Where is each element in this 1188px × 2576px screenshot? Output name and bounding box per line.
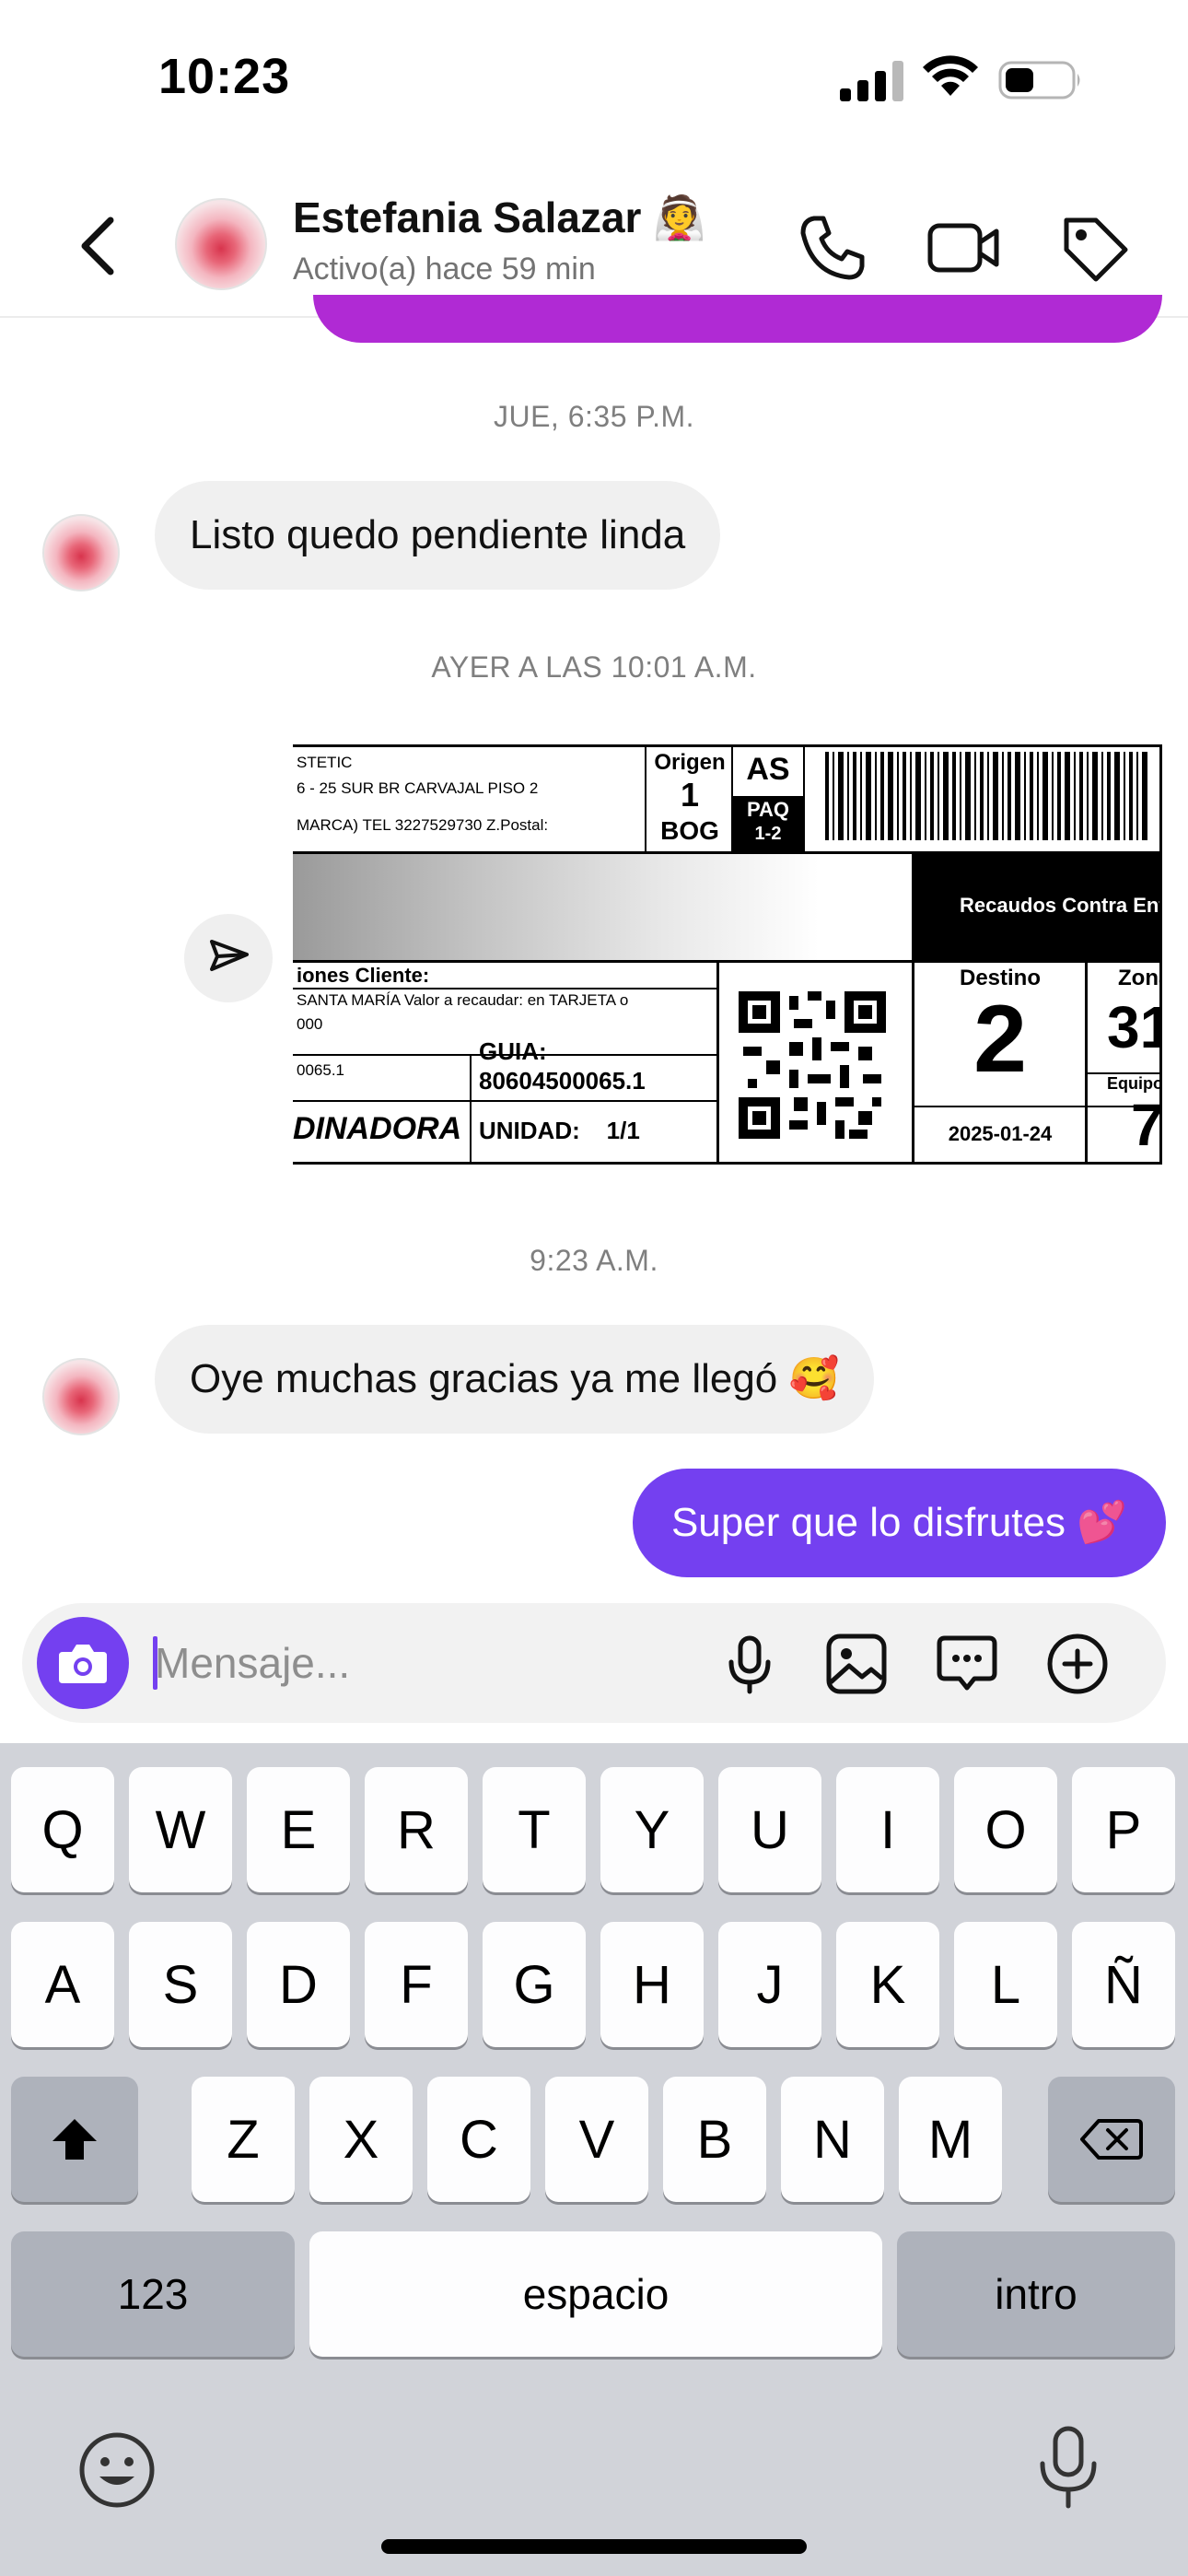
cliente-text: 000 [297,1015,323,1033]
recaudos-label: Recaudos Contra Ent [960,894,1162,917]
wifi-icon [923,55,978,96]
guia-label: GUIA: [479,1037,547,1065]
camera-button[interactable] [37,1617,129,1709]
key-l[interactable]: L [954,1922,1057,2047]
key-r[interactable]: R [365,1767,468,1892]
key-p[interactable]: P [1072,1767,1175,1892]
back-icon[interactable] [72,209,127,283]
message-composer [22,1603,1166,1723]
home-indicator[interactable] [381,2539,807,2554]
redacted-area [293,854,912,960]
incoming-message[interactable]: Oye muchas gracias ya me llegó 🥰 [155,1325,875,1434]
guia-number: 80604500065.1 [479,1067,646,1095]
numbers-key[interactable]: 123 [11,2231,295,2357]
status-time: 10:23 [158,49,291,104]
contact-status: Activo(a) hace 59 min [293,252,596,287]
qr-code-image [739,991,886,1139]
key-q[interactable]: Q [11,1767,114,1892]
key-y[interactable]: Y [600,1767,704,1892]
key-i[interactable]: I [836,1767,939,1892]
signal-icon [840,61,903,101]
avatar[interactable] [42,514,120,591]
keyboard: Q W E R T Y U I O P A S D F G H J K L Ñ … [0,1743,1188,2576]
key-j[interactable]: J [718,1922,821,2047]
origen-label: Origen [654,750,726,775]
origen-city: BOG [660,816,719,845]
key-s[interactable]: S [129,1922,232,2047]
share-button[interactable] [184,914,273,1002]
key-u[interactable]: U [718,1767,821,1892]
shipping-label-image[interactable]: STETIC 6 - 25 SUR BR CARVAJAL PISO 2 MAR… [293,744,1162,1165]
shift-icon [52,2119,97,2160]
key-v[interactable]: V [545,2077,648,2202]
contact-emoji: 👰 [653,193,706,241]
paq-number: 1-2 [754,824,782,844]
key-o[interactable]: O [954,1767,1057,1892]
destino-number: 2 [973,986,1027,1093]
status-bar: 10:23 [0,0,1188,161]
sticker-icon[interactable] [932,1629,1002,1699]
delete-key[interactable] [1048,2077,1175,2202]
timestamp: AYER A LAS 10:01 A.M. [431,650,757,684]
timestamp: 9:23 A.M. [530,1244,658,1277]
key-h[interactable]: H [600,1922,704,2047]
key-z[interactable]: Z [192,2077,295,2202]
shift-key[interactable] [11,2077,138,2202]
mic-icon[interactable] [715,1629,785,1699]
key-m[interactable]: M [899,2077,1002,2202]
equipo-number: 7 [1131,1092,1162,1158]
cliente-text: SANTA MARÍA Valor a recaudar: en TARJETA… [297,991,629,1009]
barcode-image [825,752,1147,840]
avatar[interactable] [42,1358,120,1435]
zona-number: 31 [1107,994,1159,1060]
contact-name[interactable]: Estefania Salazar 👰 [293,193,705,243]
key-d[interactable]: D [247,1922,350,2047]
gallery-icon[interactable] [821,1629,891,1699]
label-text: STETIC [297,754,353,771]
emoji-icon[interactable] [76,2429,158,2512]
origen-number: 1 [680,776,700,814]
timestamp: JUE, 6:35 P.M. [493,400,695,433]
dictation-icon[interactable] [1031,2421,1105,2513]
as-code: AS [746,752,790,787]
carrier-name: DINADORA [293,1111,462,1146]
key-x[interactable]: X [309,2077,413,2202]
delete-icon [1080,2119,1143,2160]
incoming-message[interactable]: Listo quedo pendiente linda [155,481,721,590]
key-g[interactable]: G [483,1922,586,2047]
phone-icon[interactable] [794,209,871,287]
key-e[interactable]: E [247,1767,350,1892]
camera-icon [59,1645,107,1683]
key-n-tilde[interactable]: Ñ [1072,1922,1175,2047]
key-w[interactable]: W [129,1767,232,1892]
unidad: UNIDAD: 1/1 [479,1117,640,1144]
space-key[interactable]: espacio [309,2231,882,2357]
cliente-label: iones Cliente: [297,964,430,987]
return-key[interactable]: intro [897,2231,1175,2357]
video-icon[interactable] [925,209,1002,287]
previous-message-bubble[interactable] [313,295,1162,343]
key-f[interactable]: F [365,1922,468,2047]
key-a[interactable]: A [11,1922,114,2047]
zona-label: Zona [1118,966,1159,990]
key-c[interactable]: C [427,2077,530,2202]
tag-icon[interactable] [1055,209,1133,287]
avatar[interactable] [175,198,267,290]
key-k[interactable]: K [836,1922,939,2047]
battery-icon [998,61,1080,100]
contact-name-text: Estefania Salazar [293,193,642,241]
label-text: MARCA) TEL 3227529730 Z.Postal: [297,816,549,834]
key-t[interactable]: T [483,1767,586,1892]
outgoing-message[interactable]: Super que lo disfrutes 💕 [632,1469,1166,1577]
fecha: 2025-01-24 [948,1122,1053,1145]
message-input[interactable] [155,1629,689,1697]
paq-label: PAQ [746,798,790,821]
key-b[interactable]: B [663,2077,766,2202]
share-icon [210,940,249,971]
key-n[interactable]: N [781,2077,884,2202]
plus-icon[interactable] [1042,1629,1112,1699]
label-text: 6 - 25 SUR BR CARVAJAL PISO 2 [297,779,539,797]
reference: 0065.1 [297,1061,344,1079]
